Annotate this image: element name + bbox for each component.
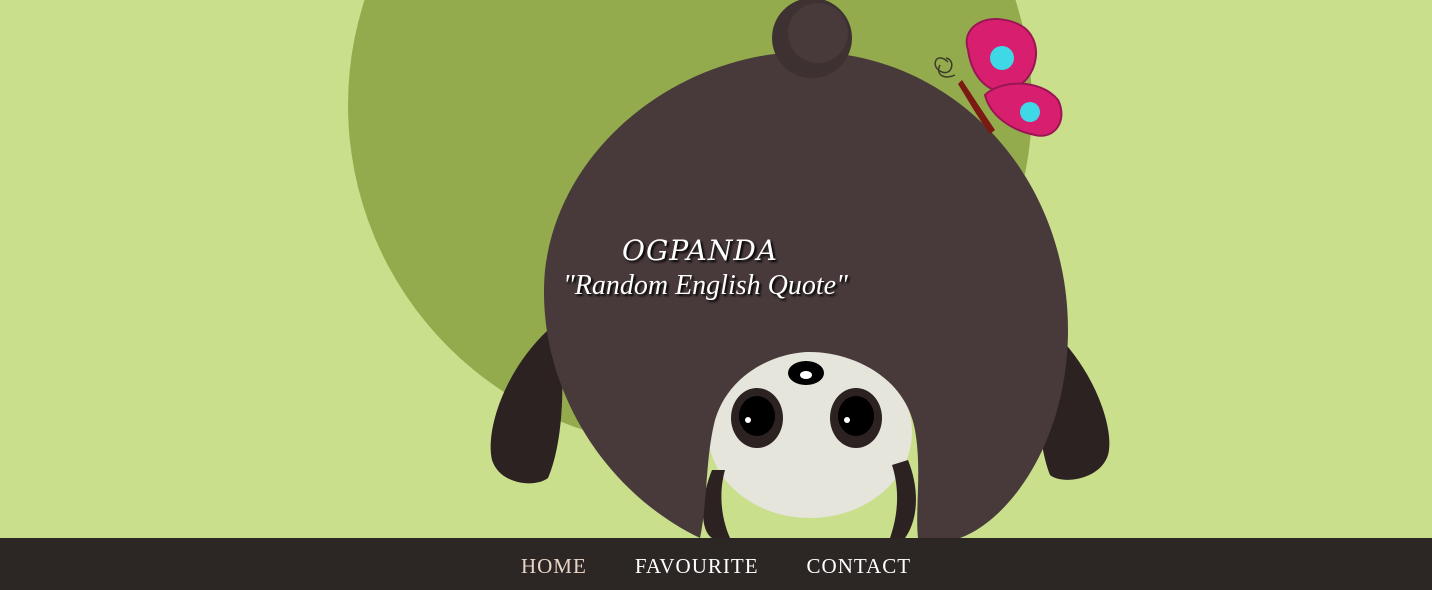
hero-banner: OGPANDA "Random English Quote" [0,0,1432,538]
panda-eye-shine-left [745,417,751,423]
panda-illustration [348,0,1110,538]
main-navbar: HOME FAVOURITE CONTACT [0,538,1432,590]
nav-contact-link[interactable]: CONTACT [807,550,911,579]
site-subtitle: "Random English Quote" [563,270,848,301]
site-title: OGPANDA [622,234,778,267]
panda-eye-left [739,396,775,436]
panda-nose-shine [800,371,812,379]
butterfly-spot-bottom [1020,102,1040,122]
nav-favourite-link[interactable]: FAVOURITE [635,550,759,579]
nav-home-link[interactable]: HOME [521,550,587,579]
butterfly-spot-top [990,46,1014,70]
panda-eye-right [838,396,874,436]
panda-tail-highlight [788,3,848,63]
panda-eye-shine-right [844,417,850,423]
